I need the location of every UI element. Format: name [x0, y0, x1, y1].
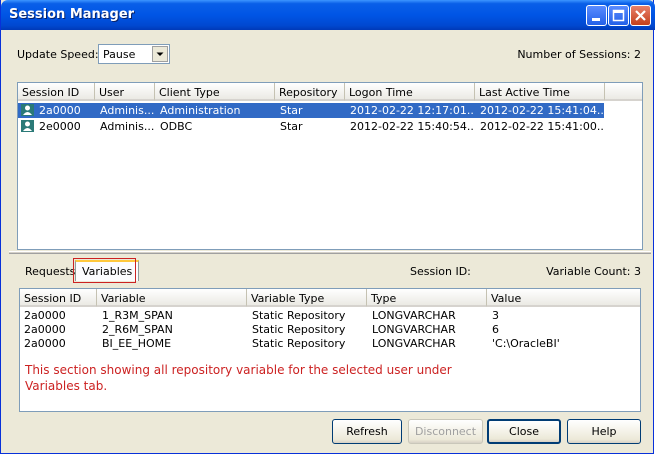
variable-row[interactable]: 2a0000 1_R3M_SPAN Static Repository LONG… [20, 308, 640, 323]
update-speed-select[interactable]: Pause [98, 44, 170, 64]
minimize-button[interactable] [586, 5, 607, 26]
variable-name-cell: 1_R3M_SPAN [102, 309, 173, 322]
variable-type-cell: Static Repository [252, 337, 346, 350]
logon-time-cell: 2012-02-22 12:17:01... [350, 104, 475, 117]
session-id-label: Session ID: [410, 265, 471, 278]
client-type-cell: ODBC [160, 120, 193, 133]
column-header-filler [605, 83, 642, 101]
last-active-cell: 2012-02-22 15:41:04... [480, 104, 605, 117]
column-header-repository[interactable]: Repository [275, 83, 345, 101]
value-cell: 'C:\OracleBI' [492, 337, 560, 350]
variable-name-cell: 2_R6M_SPAN [102, 323, 173, 336]
column-header-client-type[interactable]: Client Type [155, 83, 275, 101]
pane-splitter[interactable] [9, 251, 651, 254]
column-header-user[interactable]: User [95, 83, 155, 101]
session-id-cell: 2a0000 [24, 309, 66, 322]
variable-row[interactable]: 2a0000 BI_EE_HOME Static Repository LONG… [20, 336, 640, 351]
session-id-cell: 2a0000 [24, 323, 66, 336]
disconnect-button[interactable]: Disconnect [408, 419, 483, 444]
user-cell: Adminis... [100, 104, 155, 117]
logon-time-cell: 2012-02-22 15:40:54... [350, 120, 475, 133]
user-session-icon [21, 120, 34, 132]
update-speed-value: Pause [103, 48, 136, 61]
maximize-icon [612, 9, 625, 22]
highlight-box [73, 258, 136, 283]
refresh-button[interactable]: Refresh [332, 419, 402, 444]
session-count-label: Number of Sessions: 2 [517, 48, 641, 61]
column-header-type[interactable]: Type [367, 289, 487, 307]
last-active-cell: 2012-02-22 15:41:00... [480, 120, 605, 133]
variable-type-cell: Static Repository [252, 309, 346, 322]
type-cell: LONGVARCHAR [372, 337, 456, 350]
user-cell: Adminis... [100, 120, 155, 133]
value-cell: 6 [492, 323, 499, 336]
repository-cell: Star [280, 104, 303, 117]
session-id-cell: 2e0000 [39, 120, 81, 133]
column-header-last-active-time[interactable]: Last Active Time [475, 83, 605, 101]
variable-name-cell: BI_EE_HOME [102, 337, 172, 350]
maximize-button[interactable] [608, 5, 629, 26]
session-id-cell: 2a0000 [39, 104, 81, 117]
annotation-note: This section showing all repository vari… [25, 363, 452, 393]
repository-cell: Star [280, 120, 303, 133]
session-id-cell: 2a0000 [24, 337, 66, 350]
title-bar[interactable]: Session Manager [1, 0, 655, 30]
column-header-variable-type[interactable]: Variable Type [247, 289, 367, 307]
user-session-icon [21, 104, 34, 116]
close-button[interactable]: Close [487, 419, 561, 444]
chevron-down-icon [156, 52, 164, 56]
sessions-list[interactable]: Session ID User Client Type Repository L… [17, 82, 643, 250]
close-window-button[interactable] [630, 5, 651, 26]
column-header-logon-time[interactable]: Logon Time [345, 83, 475, 101]
dropdown-button[interactable] [152, 46, 168, 62]
session-row[interactable]: 2a0000 Adminis... Administration Star 20… [18, 103, 642, 118]
variable-count-label: Variable Count: 3 [546, 265, 641, 278]
value-cell: 3 [492, 309, 499, 322]
type-cell: LONGVARCHAR [372, 309, 456, 322]
column-header-session-id[interactable]: Session ID [20, 289, 97, 307]
close-icon [635, 10, 646, 21]
column-header-variable[interactable]: Variable [97, 289, 247, 307]
client-type-cell: Administration [160, 104, 241, 117]
window-title: Session Manager [9, 7, 135, 22]
help-button[interactable]: Help [567, 419, 641, 444]
minimize-icon [592, 18, 600, 21]
type-cell: LONGVARCHAR [372, 323, 456, 336]
session-row[interactable]: 2e0000 Adminis... ODBC Star 2012-02-22 1… [18, 119, 642, 134]
column-header-value[interactable]: Value [487, 289, 640, 307]
session-manager-window: Session Manager Update Speed: Pause Numb… [0, 0, 655, 454]
variable-type-cell: Static Repository [252, 323, 346, 336]
update-speed-label: Update Speed: [17, 48, 99, 61]
column-header-session-id[interactable]: Session ID [18, 83, 95, 101]
variable-row[interactable]: 2a0000 2_R6M_SPAN Static Repository LONG… [20, 322, 640, 337]
